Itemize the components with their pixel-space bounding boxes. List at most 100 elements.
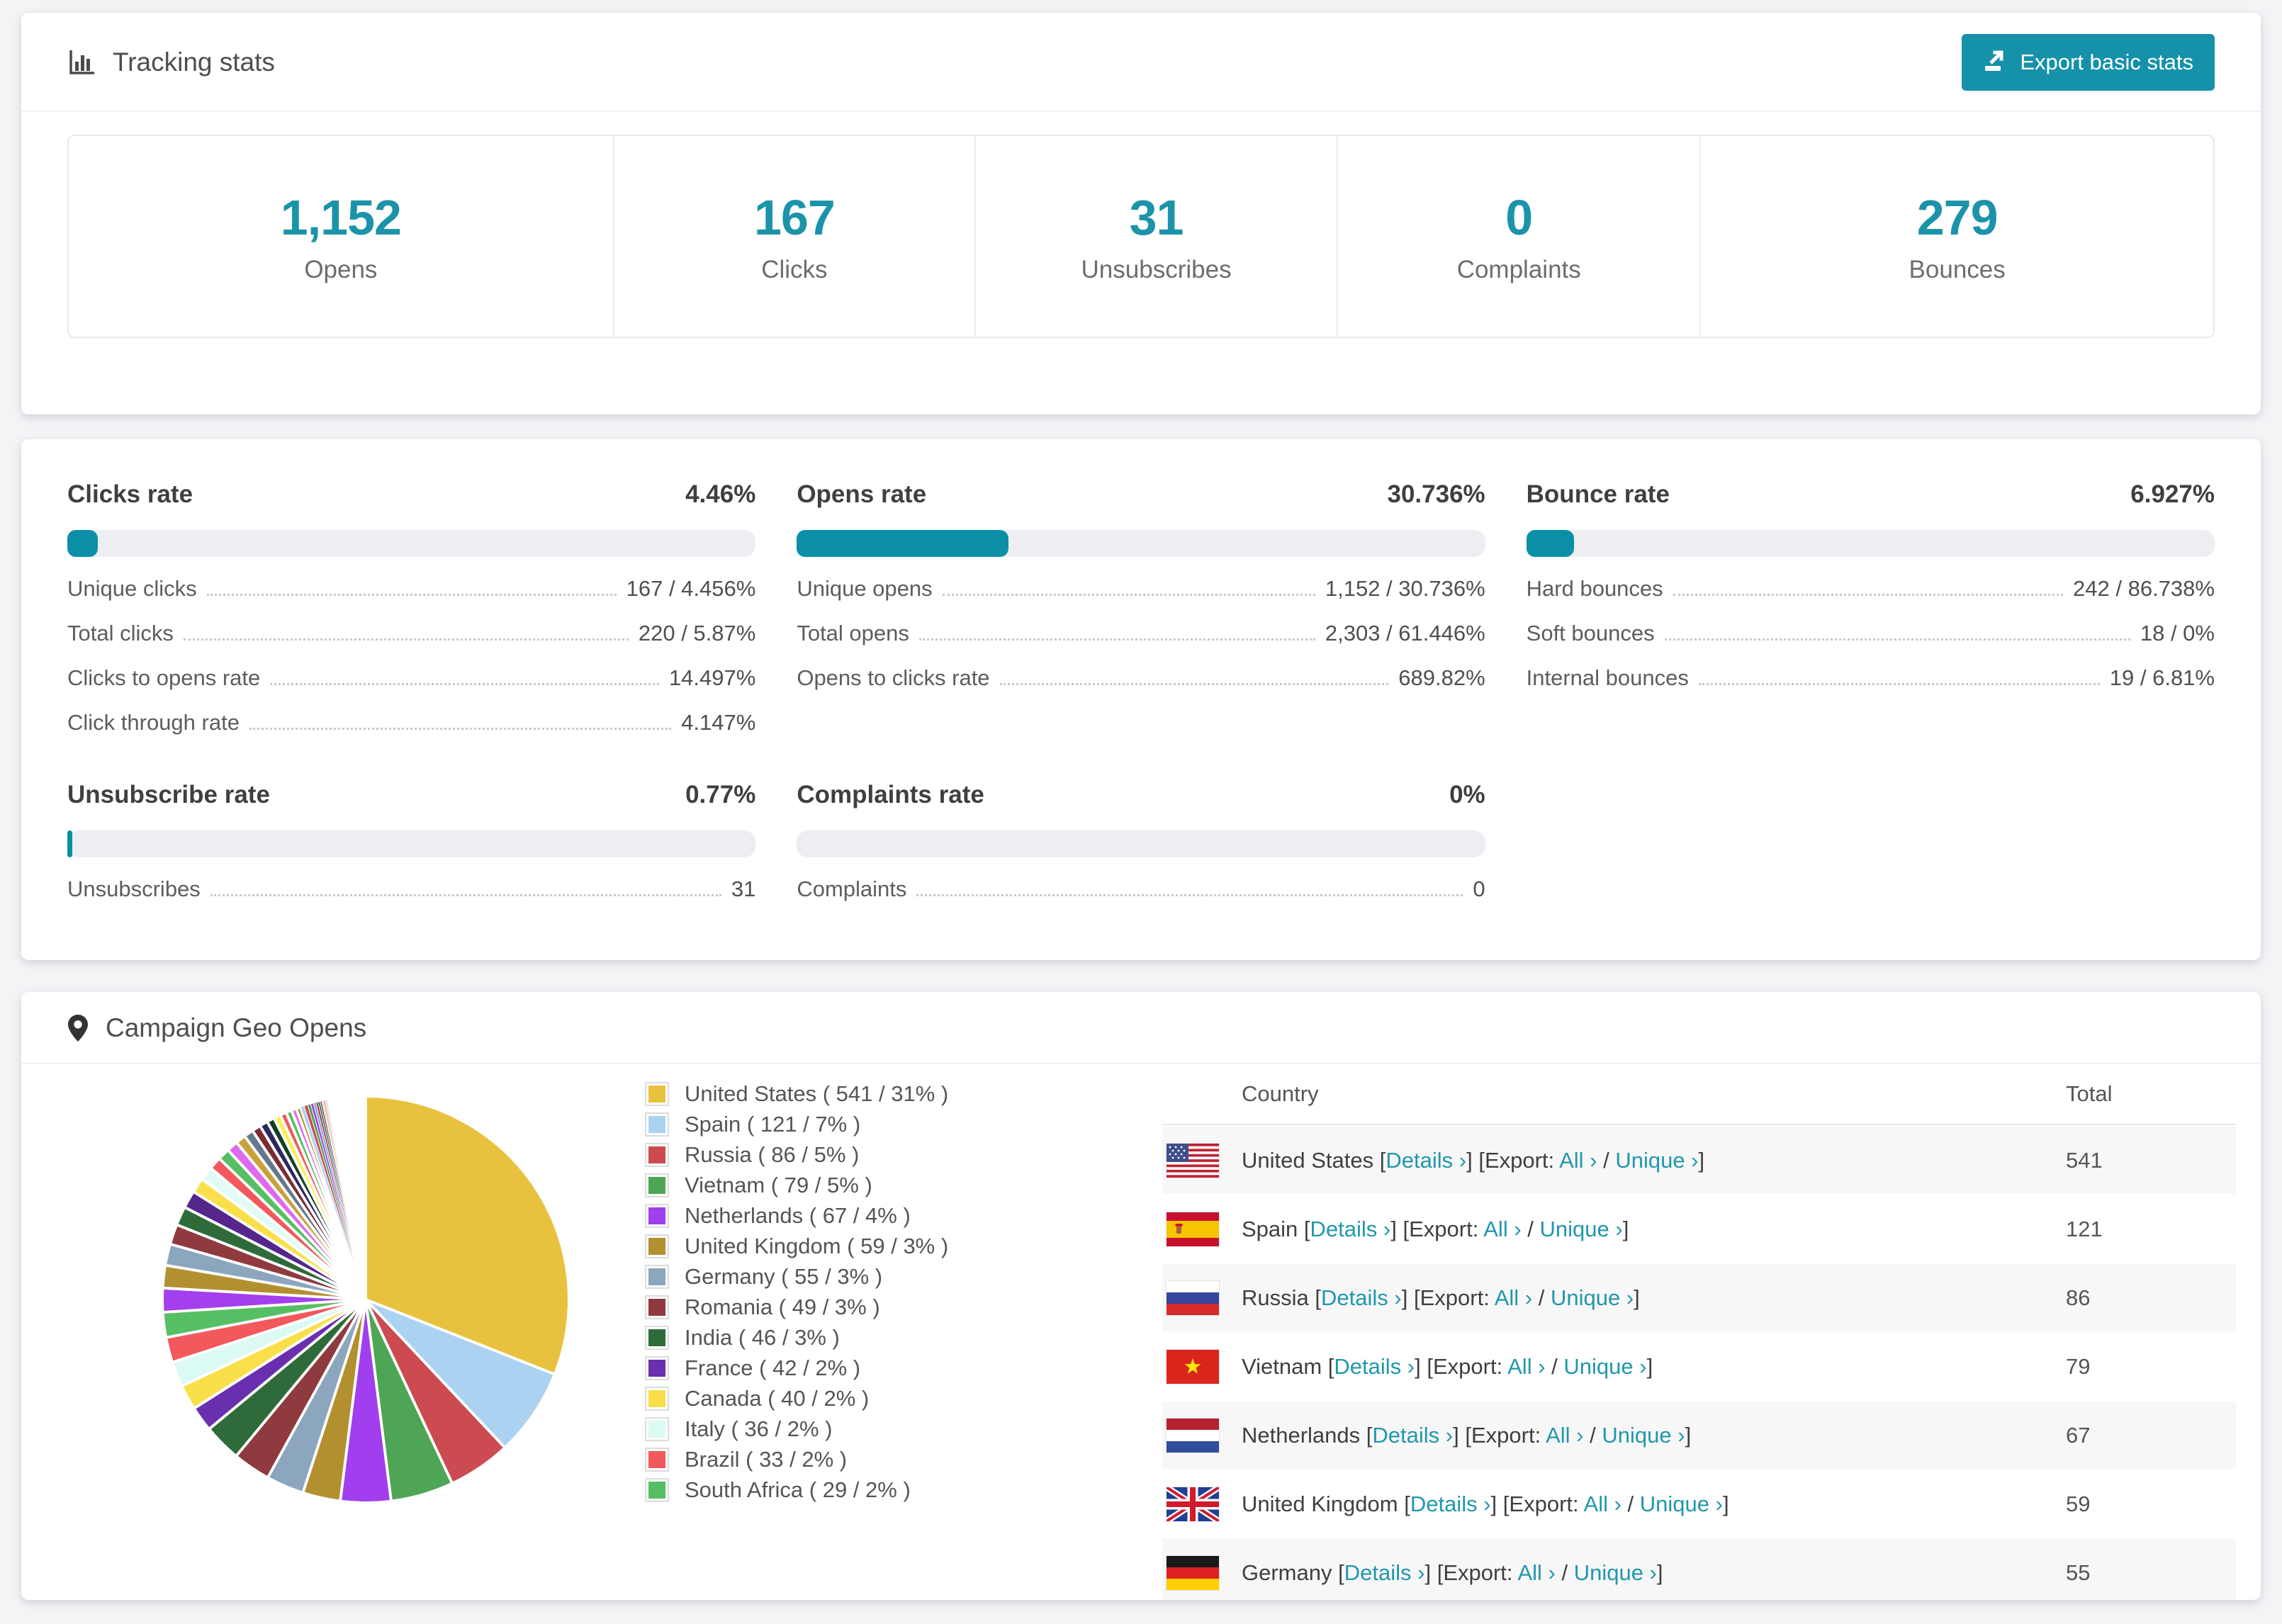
geo-table-row: Russia [Details ›] [Export: All › / Uniq… bbox=[1162, 1263, 2236, 1331]
legend-item[interactable]: Spain ( 121 / 7% ) bbox=[645, 1109, 1113, 1139]
export-basic-stats-button[interactable]: Export basic stats bbox=[1962, 34, 2215, 91]
legend-item[interactable]: South Africa ( 29 / 2% ) bbox=[645, 1474, 1113, 1505]
legend-swatch bbox=[645, 1264, 669, 1289]
rate-head: Complaints rate 0% bbox=[797, 781, 1485, 809]
export-all-link[interactable]: All › bbox=[1495, 1285, 1532, 1310]
legend-label: Canada ( 40 / 2% ) bbox=[685, 1385, 870, 1411]
export-unique-link[interactable]: Unique › bbox=[1615, 1148, 1698, 1173]
rate-detail-label: Unique clicks bbox=[67, 576, 197, 601]
stat-tile-opens: 1,152 Opens bbox=[69, 136, 613, 337]
legend-item[interactable]: Vietnam ( 79 / 5% ) bbox=[645, 1170, 1113, 1200]
geo-total-cell: 121 bbox=[2066, 1216, 2103, 1241]
dotted-leader bbox=[210, 894, 721, 896]
legend-item[interactable]: United States ( 541 / 31% ) bbox=[645, 1078, 1113, 1109]
country-name: United States bbox=[1242, 1147, 1374, 1173]
rate-detail-value: 689.82% bbox=[1398, 665, 1485, 690]
export-icon bbox=[1983, 47, 2008, 78]
rate-detail-row: Click through rate 4.147% bbox=[67, 710, 755, 735]
geo-title-text: Campaign Geo Opens bbox=[106, 1013, 367, 1042]
geo-header-country: Country bbox=[1242, 1081, 1319, 1106]
rate-detail-row: Opens to clicks rate 689.82% bbox=[797, 665, 1485, 691]
legend-item[interactable]: Netherlands ( 67 / 4% ) bbox=[645, 1200, 1113, 1231]
rate-detail-row: Total clicks 220 / 5.87% bbox=[67, 621, 755, 646]
tracking-stats-header: Tracking stats Export basic stats bbox=[21, 13, 2261, 112]
details-link[interactable]: Details › bbox=[1310, 1217, 1391, 1241]
export-unique-link[interactable]: Unique › bbox=[1640, 1492, 1723, 1516]
stat-label: Opens bbox=[304, 255, 378, 283]
rate-detail-label: Clicks to opens rate bbox=[67, 665, 261, 690]
rate-percent: 0.77% bbox=[685, 781, 756, 808]
legend-item[interactable]: Italy ( 36 / 2% ) bbox=[645, 1414, 1113, 1444]
geo-content: United States ( 541 / 31% ) Spain ( 121 /… bbox=[21, 1064, 2261, 1600]
geo-total-cell: 79 bbox=[2066, 1353, 2091, 1379]
export-unique-link[interactable]: Unique › bbox=[1602, 1423, 1685, 1448]
details-link[interactable]: Details › bbox=[1334, 1354, 1415, 1379]
export-all-link[interactable]: All › bbox=[1483, 1217, 1521, 1241]
rate-head: Unsubscribe rate 0.77% bbox=[67, 781, 755, 809]
legend-swatch bbox=[645, 1173, 669, 1197]
country-flag-icon bbox=[1167, 1143, 1219, 1178]
stat-tile-bounces: 279 Bounces bbox=[1699, 136, 2213, 337]
legend-item[interactable]: India ( 46 / 3% ) bbox=[645, 1322, 1113, 1353]
export-all-link[interactable]: All › bbox=[1584, 1492, 1621, 1516]
export-all-link[interactable]: All › bbox=[1546, 1423, 1583, 1448]
rate-detail-label: Unique opens bbox=[797, 576, 933, 601]
details-link[interactable]: Details › bbox=[1372, 1423, 1453, 1448]
geo-title: Campaign Geo Opens bbox=[67, 1013, 366, 1043]
tracking-stats-title-text: Tracking stats bbox=[113, 47, 275, 77]
details-link[interactable]: Details › bbox=[1321, 1285, 1402, 1310]
rate-detail-label: Total opens bbox=[797, 621, 909, 645]
legend-swatch bbox=[645, 1447, 669, 1472]
dotted-leader bbox=[942, 594, 1315, 596]
geo-pie-chart[interactable] bbox=[149, 1083, 583, 1516]
country-name: Netherlands bbox=[1242, 1422, 1361, 1448]
progress-bar bbox=[67, 530, 756, 557]
export-label: Export: bbox=[1484, 1147, 1555, 1173]
dotted-leader bbox=[999, 683, 1389, 685]
progress-bar-fill bbox=[797, 530, 1008, 557]
legend-swatch bbox=[645, 1295, 669, 1319]
details-link[interactable]: Details › bbox=[1386, 1148, 1466, 1173]
export-unique-link[interactable]: Unique › bbox=[1551, 1285, 1634, 1310]
legend-item[interactable]: United Kingdom ( 59 / 3% ) bbox=[645, 1231, 1113, 1261]
export-all-link[interactable]: All › bbox=[1559, 1148, 1597, 1173]
export-unique-link[interactable]: Unique › bbox=[1563, 1354, 1646, 1379]
details-link[interactable]: Details › bbox=[1344, 1560, 1425, 1585]
legend-item[interactable]: Russia ( 86 / 5% ) bbox=[645, 1139, 1113, 1170]
rate-percent: 0% bbox=[1449, 781, 1485, 808]
export-unique-link[interactable]: Unique › bbox=[1540, 1217, 1623, 1241]
pie-chart-svg[interactable] bbox=[149, 1083, 583, 1516]
legend-swatch bbox=[645, 1325, 669, 1350]
rate-detail-label: Soft bounces bbox=[1526, 621, 1655, 645]
legend-item[interactable]: Canada ( 40 / 2% ) bbox=[645, 1383, 1113, 1414]
geo-header-total: Total bbox=[2066, 1081, 2113, 1106]
legend-item[interactable]: France ( 42 / 2% ) bbox=[645, 1353, 1113, 1383]
map-pin-icon bbox=[67, 1013, 89, 1043]
dotted-leader bbox=[206, 594, 617, 596]
rate-percent: 4.46% bbox=[685, 480, 756, 508]
progress-bar bbox=[67, 830, 756, 857]
rate-title: Bounce rate bbox=[1526, 480, 1670, 508]
rate-detail-value: 1,152 / 30.736% bbox=[1325, 576, 1485, 601]
rates-grid: Clicks rate 4.46% Unique clicks 167 / 4.456… bbox=[67, 480, 2215, 902]
rate-detail-label: Hard bounces bbox=[1526, 576, 1663, 601]
geo-country-cell: Netherlands [Details ›] [Export: All › /… bbox=[1242, 1422, 1692, 1448]
rate-title: Unsubscribe rate bbox=[67, 781, 270, 808]
export-all-link[interactable]: All › bbox=[1517, 1560, 1555, 1585]
rates-card: Clicks rate 4.46% Unique clicks 167 / 4.456… bbox=[21, 439, 2261, 960]
geo-header: Campaign Geo Opens bbox=[21, 992, 2261, 1064]
legend-item[interactable]: Brazil ( 33 / 2% ) bbox=[645, 1444, 1113, 1474]
rate-detail-value: 31 bbox=[731, 876, 756, 901]
export-unique-link[interactable]: Unique › bbox=[1574, 1560, 1657, 1585]
country-name: Germany bbox=[1242, 1560, 1332, 1585]
geo-total-cell: 541 bbox=[2066, 1147, 2103, 1173]
rate-detail-row: Total opens 2,303 / 61.446% bbox=[797, 621, 1485, 646]
legend-item[interactable]: Germany ( 55 / 3% ) bbox=[645, 1261, 1113, 1292]
country-name: Vietnam bbox=[1242, 1353, 1322, 1379]
export-all-link[interactable]: All › bbox=[1507, 1354, 1545, 1379]
dotted-leader bbox=[1698, 683, 2100, 685]
rate-title: Clicks rate bbox=[67, 480, 193, 508]
legend-item[interactable]: Romania ( 49 / 3% ) bbox=[645, 1292, 1113, 1322]
details-link[interactable]: Details › bbox=[1410, 1492, 1491, 1516]
stat-label: Bounces bbox=[1909, 255, 2006, 283]
